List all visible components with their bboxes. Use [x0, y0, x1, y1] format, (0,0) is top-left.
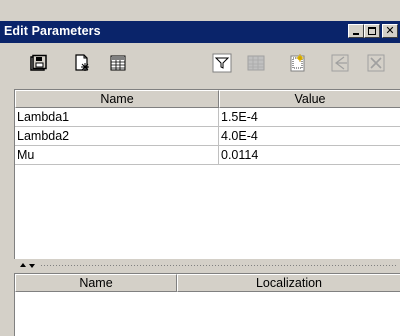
close-button[interactable]: ✕ [382, 24, 398, 38]
parameter-value-cell[interactable]: 4.0E-4 [219, 127, 400, 146]
split-arrows-icon[interactable] [18, 262, 38, 269]
minimize-button[interactable] [348, 24, 364, 38]
minimize-icon [353, 33, 359, 35]
filter-icon [212, 53, 232, 73]
table-header: Name Value [15, 90, 400, 108]
parameter-name-cell[interactable]: Lambda1 [15, 108, 219, 127]
delete-icon [367, 54, 385, 72]
grid-icon [247, 55, 265, 71]
parameter-value-cell[interactable]: 1.5E-4 [219, 108, 400, 127]
column-header-localization[interactable]: Localization [177, 274, 400, 292]
toolbar [0, 43, 400, 83]
column-header-value[interactable]: Value [219, 90, 400, 108]
localization-table: Name Localization [14, 273, 400, 336]
column-header-name[interactable]: Name [15, 274, 177, 292]
parameters-table: Name Value Lambda1 1.5E-4 Lambda2 4.0E-4… [14, 89, 400, 259]
table-row[interactable]: Lambda2 4.0E-4 [15, 127, 400, 146]
window-title: Edit Parameters [4, 24, 101, 38]
column-header-name[interactable]: Name [15, 90, 219, 108]
paste-button[interactable] [286, 51, 310, 75]
maximize-icon [368, 27, 376, 35]
table-row[interactable]: Mu 0.0114 [15, 146, 400, 165]
paste-icon [290, 54, 305, 72]
close-icon: ✕ [385, 24, 395, 37]
parameter-name-cell[interactable]: Mu [15, 146, 219, 165]
parameter-name-cell[interactable]: Lambda2 [15, 127, 219, 146]
table-header: Name Localization [15, 274, 400, 292]
title-bar[interactable]: Edit Parameters ✕ [0, 21, 400, 43]
edit-parameters-window: Edit Parameters ✕ Name Value Lambda1 1.5… [0, 0, 400, 336]
maximize-button[interactable] [364, 24, 380, 38]
new-document-button[interactable] [70, 51, 94, 75]
new-document-icon [75, 54, 89, 71]
delete-button[interactable] [364, 51, 388, 75]
table-icon [110, 55, 126, 71]
grid-button[interactable] [244, 51, 268, 75]
save-button[interactable] [26, 51, 50, 75]
split-grip [40, 264, 398, 267]
save-icon [30, 54, 47, 71]
back-icon [331, 54, 349, 72]
filter-button[interactable] [210, 51, 234, 75]
table-button[interactable] [106, 51, 130, 75]
split-pane-divider[interactable] [14, 262, 400, 269]
parameter-value-cell[interactable]: 0.0114 [219, 146, 400, 165]
table-row[interactable]: Lambda1 1.5E-4 [15, 108, 400, 127]
back-button[interactable] [328, 51, 352, 75]
